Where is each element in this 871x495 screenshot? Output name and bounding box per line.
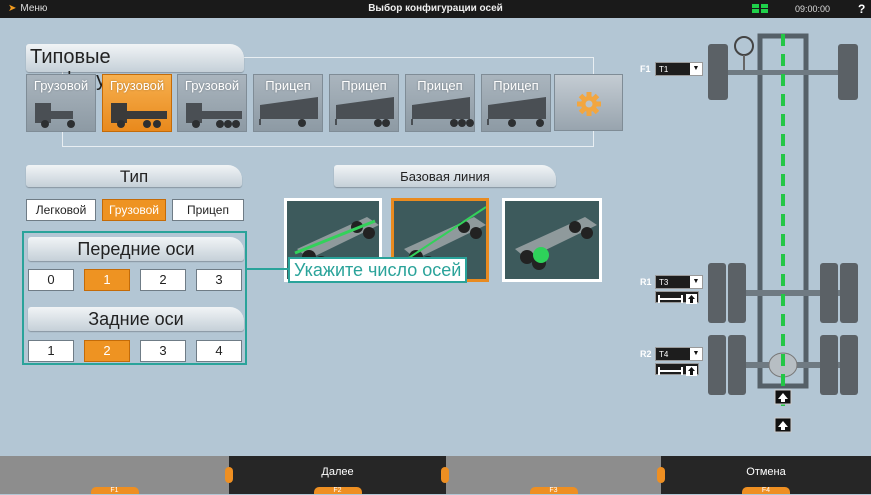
hint-text: Укажите число осей (294, 260, 462, 280)
separator (225, 467, 233, 483)
axle-label-r1: R1 (640, 277, 652, 287)
gear-icon (577, 92, 601, 116)
chassis-render-image (505, 201, 599, 279)
rear-axles-option-2[interactable]: 2 (84, 340, 130, 362)
type-header-label: Тип (119, 167, 149, 186)
baseline-header: Базовая линия (334, 165, 556, 187)
front-axles-option-1[interactable]: 0 (28, 269, 74, 291)
axle-type-value: T4 (659, 349, 669, 359)
type-option-3[interactable]: Прицеп (172, 199, 244, 221)
rear-axles-option-4[interactable]: 4 (196, 340, 242, 362)
baseline-header-label: Базовая линия (400, 169, 490, 184)
front-axles-option-3[interactable]: 2 (140, 269, 186, 291)
width-arrow-icon (658, 294, 697, 304)
preset-button-6[interactable]: Прицеп (405, 74, 475, 132)
axle-spacing-control-r1[interactable] (655, 291, 699, 304)
preset-button-2[interactable]: Грузовой (102, 74, 172, 132)
front-axles-header: Передние оси (28, 237, 244, 261)
chevron-down-icon: ▼ (690, 63, 702, 75)
type-option-1[interactable]: Легковой (26, 199, 96, 221)
axle-type-select-r2[interactable]: T4 ▼ (655, 347, 703, 361)
chevron-down-icon: ▼ (690, 276, 702, 288)
presets-header: Типовые конфигурации (26, 44, 244, 91)
axle-label-r2: R2 (640, 349, 652, 359)
function-key-tab: F1 (90, 487, 139, 494)
axle-type-select-f1[interactable]: T1 ▼ (655, 62, 703, 76)
hint-connector (247, 268, 289, 270)
function-key-label: Отмена (746, 466, 786, 478)
help-button[interactable]: ? (858, 2, 865, 16)
type-header: Тип (26, 165, 242, 187)
preset-button-7[interactable]: Прицеп (481, 74, 551, 132)
separator (657, 467, 665, 483)
function-key-f1[interactable]: F1 (0, 456, 229, 494)
title-bar: ➤ Меню Выбор конфигурации осей 09:00:00 … (0, 0, 871, 18)
window-title: Выбор конфигурации осей (368, 3, 503, 14)
function-key-tab: F3 (529, 487, 578, 494)
rear-axles-option-3[interactable]: 3 (140, 340, 186, 362)
preset-button-4[interactable]: Прицеп (253, 74, 323, 132)
function-key-f2[interactable]: Далее F2 (229, 456, 446, 494)
width-arrow-icon (658, 366, 697, 376)
preset-label: Грузовой (184, 78, 240, 93)
preset-label: Грузовой (109, 78, 165, 93)
function-key-tab: F4 (742, 487, 790, 494)
preset-button-1[interactable]: Грузовой (26, 74, 96, 132)
axle-type-value: T3 (659, 277, 669, 287)
preset-label: Прицеп (417, 78, 463, 93)
rear-axles-header: Задние оси (28, 307, 244, 331)
hint-tooltip: Укажите число осей (288, 257, 468, 283)
separator (441, 467, 449, 483)
clock: 09:00:00 (795, 4, 831, 14)
axle-label-f1: F1 (640, 64, 651, 74)
preset-label: Прицеп (341, 78, 387, 93)
preset-button-3[interactable]: Грузовой (177, 74, 247, 132)
function-key-f4[interactable]: Отмена F4 (661, 456, 871, 494)
preset-label: Прицеп (493, 78, 539, 93)
axle-type-value: T1 (659, 64, 669, 74)
rear-axles-header-label: Задние оси (88, 309, 184, 329)
axle-spacing-control-r2[interactable] (655, 363, 699, 376)
function-key-f3[interactable]: F3 (446, 456, 661, 494)
axle-diagram (620, 28, 871, 448)
chevron-down-icon: ▼ (690, 348, 702, 360)
axle-type-select-r1[interactable]: T3 ▼ (655, 275, 703, 289)
preset-button-5[interactable]: Прицеп (329, 74, 399, 132)
truck-chassis-diagram (708, 33, 858, 433)
front-axles-header-label: Передние оси (77, 239, 195, 259)
preset-label: Прицеп (265, 78, 311, 93)
function-key-bar: F1 Далее F2 F3 Отмена F4 (0, 456, 871, 494)
connection-status-icon (752, 4, 768, 14)
function-key-label: Далее (321, 466, 354, 478)
front-axles-option-2[interactable]: 1 (84, 269, 130, 291)
baseline-option-3[interactable] (502, 198, 602, 282)
function-key-tab: F2 (313, 487, 362, 494)
front-axles-option-4[interactable]: 3 (196, 269, 242, 291)
rear-axles-option-1[interactable]: 1 (28, 340, 74, 362)
preset-label: Грузовой (33, 78, 89, 93)
preset-settings-button[interactable] (554, 74, 623, 131)
type-option-2[interactable]: Грузовой (102, 199, 166, 221)
